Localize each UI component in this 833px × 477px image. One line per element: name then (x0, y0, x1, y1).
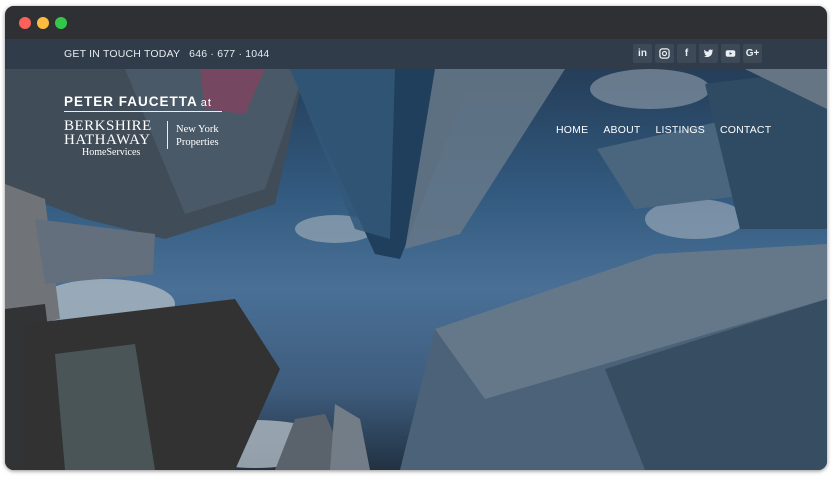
contact-cta: GET IN TOUCH TODAY (64, 48, 181, 60)
region-line1: New York (176, 124, 219, 135)
region-name: New York Properties (176, 123, 219, 149)
contact-bar: GET IN TOUCH TODAY 646 · 677 · 1044 in f… (5, 39, 827, 69)
logo-divider (64, 111, 222, 112)
window-titlebar (5, 6, 827, 39)
logo-vertical-divider (167, 121, 168, 149)
browser-window: GET IN TOUCH TODAY 646 · 677 · 1044 in f… (5, 6, 827, 470)
nav-item-contact[interactable]: CONTACT (720, 124, 771, 136)
maximize-window-button[interactable] (55, 17, 67, 29)
instagram-icon[interactable] (655, 44, 674, 63)
minimize-window-button[interactable] (37, 17, 49, 29)
close-window-button[interactable] (19, 17, 31, 29)
site-logo[interactable]: PETER FAUCETTA at BERKSHIRE HATHAWAY Home… (64, 94, 222, 159)
nav-item-home[interactable]: HOME (556, 124, 588, 136)
agent-name: PETER FAUCETTA (64, 94, 198, 109)
social-links: in f G+ (633, 44, 762, 63)
linkedin-icon[interactable]: in (633, 44, 652, 63)
twitter-icon[interactable] (699, 44, 718, 63)
region-line2: Properties (176, 137, 219, 148)
google-plus-icon[interactable]: G+ (743, 44, 762, 63)
facebook-icon[interactable]: f (677, 44, 696, 63)
nav-item-listings[interactable]: LISTINGS (655, 124, 704, 136)
youtube-icon[interactable] (721, 44, 740, 63)
nav-item-about[interactable]: ABOUT (603, 124, 640, 136)
hero-banner: PETER FAUCETTA at BERKSHIRE HATHAWAY Home… (5, 69, 827, 470)
main-nav: HOME ABOUT LISTINGS CONTACT (556, 124, 771, 136)
phone-number[interactable]: 646 · 677 · 1044 (189, 48, 269, 60)
agent-at-label: at (200, 97, 212, 109)
contact-info: GET IN TOUCH TODAY 646 · 677 · 1044 (64, 48, 269, 60)
brokerage-logo: BERKSHIRE HATHAWAY HomeServices New York… (64, 119, 222, 159)
